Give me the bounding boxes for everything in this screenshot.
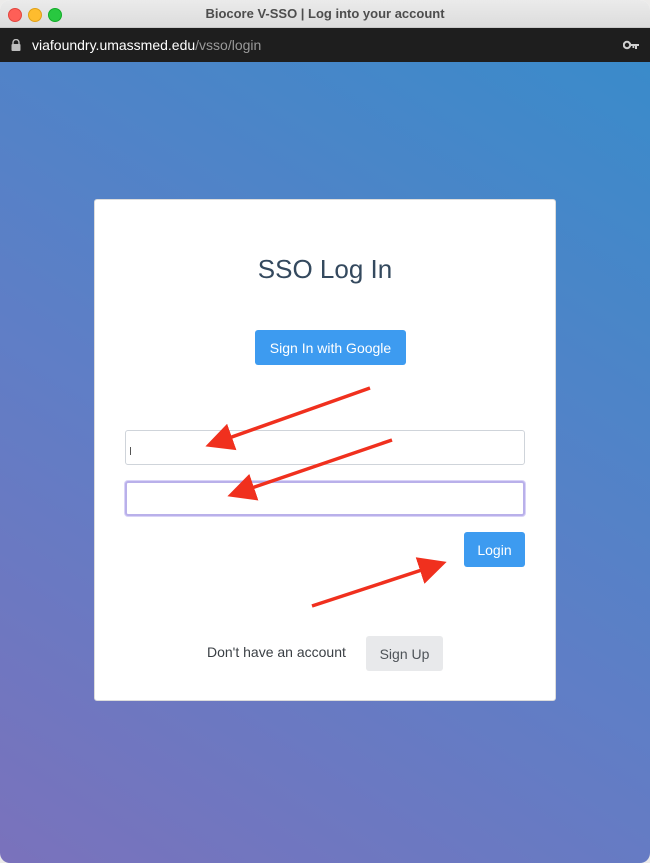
google-sign-in-button[interactable]: Sign In with Google (255, 330, 406, 365)
login-card: SSO Log In Sign In with Google Login Don… (94, 199, 556, 701)
url-host: viafoundry.umassmed.edu (32, 37, 196, 53)
url-path: /vsso/login (195, 37, 262, 53)
browser-window: Biocore V-SSO | Log into your account vi… (0, 0, 650, 863)
text-cursor (130, 447, 131, 455)
no-account-text: Don't have an account (207, 644, 346, 660)
key-icon[interactable] (623, 39, 639, 51)
url-text[interactable]: viafoundry.umassmed.edu/vsso/login (32, 37, 261, 53)
login-button[interactable]: Login (464, 532, 525, 567)
window-title: Biocore V-SSO | Log into your account (205, 6, 445, 21)
lock-icon (11, 39, 21, 51)
title-bar: Biocore V-SSO | Log into your account (0, 0, 650, 28)
password-field[interactable] (125, 481, 525, 516)
address-bar[interactable]: viafoundry.umassmed.edu/vsso/login (0, 28, 650, 62)
sign-up-button[interactable]: Sign Up (366, 636, 443, 671)
page-title: SSO Log In (257, 254, 393, 284)
username-field[interactable] (125, 430, 525, 465)
page-content: SSO Log In Sign In with Google Login Don… (0, 62, 650, 863)
